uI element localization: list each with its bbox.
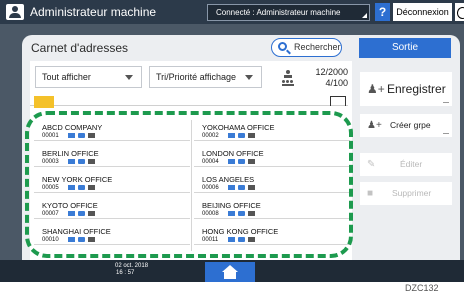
corner-mark [443,133,449,134]
create-group-button[interactable]: ♟+ Créer grpe [360,114,452,137]
sort-value: Tri/Priorité affichage [156,72,237,82]
trash-icon: ■ [367,188,374,199]
connection-status-text: Connecté : Administrateur machine [216,8,341,17]
home-button[interactable] [205,262,255,282]
index-tabs [30,93,348,106]
energy-saver-icon[interactable] [455,3,464,21]
register-button[interactable]: ♟+ Enregistrer [360,72,452,106]
entry-count: 12/2000 4/100 [300,67,348,89]
tab-next[interactable] [330,96,346,106]
help-button[interactable]: ? [375,3,390,21]
sort-select[interactable]: Tri/Priorité affichage [149,66,262,88]
edit-button[interactable]: ✎ Éditer [360,153,452,176]
expand-corner-icon [362,13,367,18]
people-icon [282,70,294,86]
user-icon[interactable] [6,4,24,20]
chevron-down-icon [245,75,253,80]
search-icon [278,42,287,51]
date-text: 02 oct. 2018 [115,263,149,269]
display-filter-value: Tout afficher [42,72,91,82]
highlight-frame [25,111,353,258]
tab-frequent[interactable] [34,96,54,108]
exit-button[interactable]: Sortie [359,38,451,58]
user-name: Administrateur machine [30,5,157,19]
entry-count-groups: 4/100 [325,78,348,88]
search-button[interactable]: Rechercher [271,38,342,57]
delete-button[interactable]: ■ Supprimer [360,182,452,205]
datetime: 02 oct. 2018 16 : 57 [115,263,148,277]
pencil-icon: ✎ [367,159,376,170]
search-button-label: Rechercher [294,42,341,52]
logout-button[interactable]: Déconnexion [393,3,452,21]
display-filter-select[interactable]: Tout afficher [35,66,142,88]
add-group-icon: ♟+ [367,120,382,131]
time-text: 16 : 57 [116,270,135,276]
entry-count-total: 12/2000 [315,67,348,77]
corner-mark [443,102,449,103]
home-icon [222,265,238,272]
delete-label: Supprimer [392,188,432,198]
page-title: Carnet d'adresses [31,41,129,55]
connection-status[interactable]: Connecté : Administrateur machine [207,4,370,21]
add-user-icon: ♟+ [367,82,385,96]
create-group-label: Créer grpe [390,120,431,130]
chevron-down-icon [125,75,133,80]
edit-label: Éditer [400,159,423,169]
figure-code: DZC132 [405,283,439,293]
register-label: Enregistrer [387,82,446,96]
